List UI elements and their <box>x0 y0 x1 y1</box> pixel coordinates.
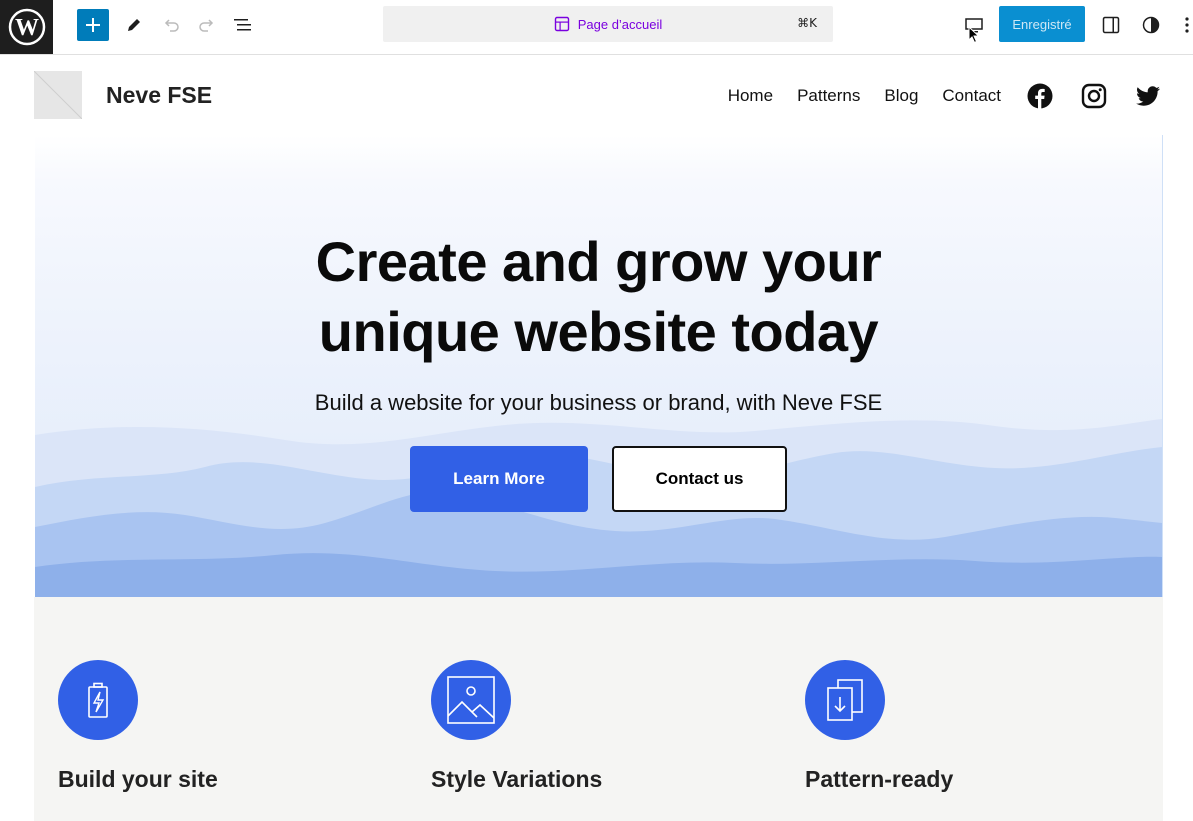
site-navigation: Home Patterns Blog Contact <box>728 86 1001 106</box>
undo-icon <box>164 19 179 32</box>
feature-card[interactable]: Pattern-ready <box>805 660 953 793</box>
svg-text:W: W <box>15 15 39 41</box>
styles-button[interactable] <box>1139 9 1163 41</box>
hero-section[interactable]: Create and grow your unique website toda… <box>35 135 1162 597</box>
feature-title: Style Variations <box>431 766 603 792</box>
half-circle-styles-icon <box>1142 16 1160 34</box>
options-menu-button[interactable] <box>1181 9 1193 41</box>
hero-edge-divider <box>1162 135 1163 597</box>
feature-icon-circle <box>805 660 885 740</box>
save-button[interactable]: Enregistré <box>999 6 1085 42</box>
page-template-icon <box>554 16 569 32</box>
document-title: Page d’accueil <box>577 16 663 32</box>
site-header: Neve FSE Home Patterns Blog Contact <box>34 55 1163 135</box>
feature-card[interactable]: Build your site <box>58 660 218 793</box>
hero-subtitle[interactable]: Build a website for your business or bra… <box>35 390 1162 416</box>
feature-card[interactable]: Style Variations <box>431 660 602 793</box>
edit-tool-button[interactable] <box>122 9 146 41</box>
battery-bolt-icon <box>88 682 108 718</box>
settings-sidebar-button[interactable] <box>1099 9 1123 41</box>
site-title[interactable]: Neve FSE <box>106 82 212 109</box>
feature-title: Build your site <box>58 766 218 792</box>
add-block-button[interactable] <box>77 9 109 41</box>
pencil-icon <box>128 19 140 31</box>
wordpress-logo-icon[interactable]: W <box>0 0 53 54</box>
facebook-icon[interactable] <box>1027 83 1053 109</box>
feature-icon-circle <box>58 660 138 740</box>
feature-title: Pattern-ready <box>805 766 954 792</box>
command-palette-bar[interactable]: Page d’accueil ⌘K <box>383 6 833 42</box>
undo-button[interactable] <box>159 9 183 41</box>
mouse-cursor-icon <box>968 26 980 44</box>
instagram-icon[interactable] <box>1081 83 1107 109</box>
redo-button[interactable] <box>195 9 219 41</box>
image-icon <box>447 676 495 724</box>
list-view-icon <box>234 19 251 31</box>
site-logo-placeholder[interactable] <box>34 71 82 119</box>
more-vertical-icon <box>1185 17 1189 33</box>
redo-icon <box>199 19 214 32</box>
feature-icon-circle <box>431 660 511 740</box>
nav-item-blog[interactable]: Blog <box>884 86 918 106</box>
twitter-icon[interactable] <box>1135 83 1161 109</box>
editor-canvas[interactable]: Neve FSE Home Patterns Blog Contact Crea… <box>0 55 1193 821</box>
hero-heading-line-1: Create and grow your <box>315 230 882 293</box>
learn-more-button[interactable]: Learn More <box>410 446 588 512</box>
nav-item-patterns[interactable]: Patterns <box>797 86 860 106</box>
hero-heading[interactable]: Create and grow your unique website toda… <box>35 227 1162 367</box>
hero-heading-line-2: unique website today <box>318 300 879 363</box>
editor-toolbar: W Page d’accueil ⌘K Enregistré <box>0 0 1193 55</box>
nav-item-contact[interactable]: Contact <box>942 86 1001 106</box>
plus-icon <box>86 18 100 32</box>
keyboard-shortcut: ⌘K <box>797 16 817 30</box>
document-download-icon <box>827 679 863 721</box>
contact-us-button[interactable]: Contact us <box>612 446 787 512</box>
nav-item-home[interactable]: Home <box>728 86 773 106</box>
features-section: Build your site Style Variations Pattern… <box>34 597 1163 821</box>
list-view-button[interactable] <box>231 9 255 41</box>
sidebar-settings-icon <box>1102 16 1120 34</box>
logo-placeholder-icon <box>34 71 82 119</box>
